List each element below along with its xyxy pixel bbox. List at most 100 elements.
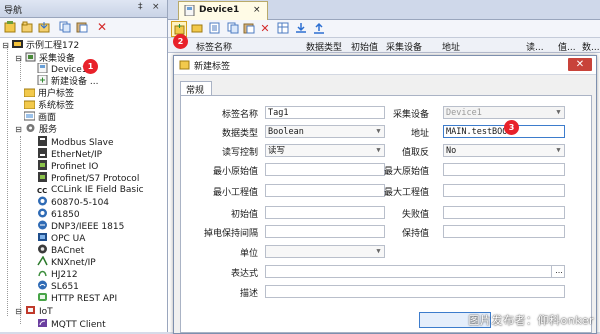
retain-interval-label: 掉电保持间隔 xyxy=(203,229,258,239)
rw-control-select[interactable]: 读写 ▼ xyxy=(265,144,385,157)
description-label: 描述 xyxy=(239,289,258,299)
data-type-select[interactable]: Boolean ▼ xyxy=(265,125,385,138)
column-header-collect-device[interactable]: 采集设备 xyxy=(386,40,422,53)
general-panel: 标签名称 Tag1 采集设备 Device1 ▼ 数据类型 Boolean ▼ 地址… xyxy=(180,95,592,333)
navigation-toolbar: ✕ xyxy=(0,18,167,38)
mqtt-icon xyxy=(37,318,48,328)
tree-item-project[interactable]: ⊟ 示例工程172 xyxy=(1,39,79,52)
tag-grid-header: 标签名称 数据类型 初始值 采集设备 地址 读... 值... 数... xyxy=(168,38,600,53)
step-badge-2: 2 xyxy=(173,34,188,49)
tree-item-http-rest[interactable]: HTTP REST API xyxy=(37,292,117,305)
description-input[interactable] xyxy=(265,285,565,298)
min-eng-input[interactable] xyxy=(265,184,385,197)
edit-tag-icon[interactable] xyxy=(190,21,204,35)
ethernet-icon xyxy=(37,148,48,158)
fail-value-input[interactable] xyxy=(443,206,565,219)
tree-guide-line xyxy=(7,46,8,316)
expression-browse-button[interactable]: ... xyxy=(551,265,566,278)
bacnet-icon xyxy=(37,244,48,254)
column-header-value[interactable]: 值... xyxy=(558,40,576,53)
edit-list-icon[interactable] xyxy=(208,21,222,35)
table-icon[interactable] xyxy=(276,21,290,35)
address-label: 地址 xyxy=(410,129,429,139)
retain-value-input[interactable] xyxy=(443,225,565,238)
chevron-down-icon: ▼ xyxy=(556,146,561,154)
data-type-label: 数据类型 xyxy=(221,129,258,139)
invert-value: No xyxy=(446,146,457,156)
chevron-down-icon: ▼ xyxy=(376,247,381,255)
device-select[interactable]: Device1 ▼ xyxy=(443,106,565,119)
tab-device1[interactable]: Device1 × xyxy=(178,1,268,20)
new-tag-dialog: 新建标签 ✕ 常规 标签名称 Tag1 采集设备 Device1 ▼ 数据类型 B… xyxy=(173,55,597,334)
column-header-read[interactable]: 读... xyxy=(526,40,544,53)
tab-close-icon[interactable]: × xyxy=(253,5,261,15)
hj212-icon xyxy=(37,268,48,278)
watermark: 图片发布者：仰科onker xyxy=(468,314,594,327)
folder-icon xyxy=(23,99,36,110)
device-group-icon xyxy=(25,52,36,62)
rw-control-label: 读写控制 xyxy=(221,148,258,158)
tag-icon xyxy=(179,59,190,73)
expression-label: 表达式 xyxy=(230,269,258,279)
iec-icon xyxy=(37,208,48,218)
tag-toolbar: ✕ xyxy=(168,20,600,38)
upload-icon[interactable] xyxy=(312,21,326,35)
unit-select[interactable]: ▼ xyxy=(265,245,385,258)
dialog-close-button[interactable]: ✕ xyxy=(568,58,592,71)
close-panel-icon[interactable]: × xyxy=(152,2,160,12)
init-value-input[interactable] xyxy=(265,206,385,219)
dnp3-icon xyxy=(37,220,48,230)
retain-value-label: 保持值 xyxy=(401,229,429,239)
max-raw-input[interactable] xyxy=(443,163,565,176)
delete-icon[interactable]: ✕ xyxy=(95,20,109,34)
iot-icon xyxy=(25,305,36,315)
dialog-title-bar: 新建标签 ✕ xyxy=(174,56,596,75)
tab-general[interactable]: 常规 xyxy=(180,81,212,96)
max-raw-label: 最大原始值 xyxy=(383,167,429,177)
tab-label: Device1 xyxy=(199,5,240,15)
modbus-icon xyxy=(37,136,48,146)
tree-item-iot[interactable]: ⊟ IoT xyxy=(14,305,53,318)
knx-icon xyxy=(37,255,48,266)
http-icon xyxy=(37,292,48,302)
new-device-icon xyxy=(37,74,48,86)
tree-item-mqtt-client[interactable]: MQTT Client xyxy=(37,318,106,331)
device-label: 采集设备 xyxy=(392,110,429,120)
download-icon[interactable] xyxy=(294,21,308,35)
tag-name-input[interactable]: Tag1 xyxy=(265,106,385,119)
device-tab-icon xyxy=(184,4,195,19)
fail-value-label: 失败值 xyxy=(401,210,429,220)
copy-tag-icon[interactable] xyxy=(226,21,240,35)
iec-icon xyxy=(37,196,48,206)
device-value: Device1 xyxy=(446,108,482,118)
copy-icon[interactable] xyxy=(58,20,72,34)
new-project-icon[interactable] xyxy=(3,20,17,34)
column-header-initial-value[interactable]: 初始值 xyxy=(351,40,378,53)
tree-item-services[interactable]: ⊟ 服务 xyxy=(14,123,57,136)
opcua-icon xyxy=(37,232,48,242)
column-header-tag-name[interactable]: 标签名称 xyxy=(196,40,232,53)
pin-icon[interactable]: ‡ xyxy=(138,2,143,12)
retain-interval-input[interactable] xyxy=(265,225,385,238)
chevron-down-icon: ▼ xyxy=(556,108,561,116)
unit-label: 单位 xyxy=(239,249,258,259)
delete-tag-icon[interactable]: ✕ xyxy=(258,21,272,35)
project-icon xyxy=(12,39,23,49)
paste-tag-icon[interactable] xyxy=(242,21,256,35)
column-header-address[interactable]: 地址 xyxy=(442,40,460,53)
data-type-value: Boolean xyxy=(268,127,304,137)
expression-input[interactable] xyxy=(265,265,565,278)
paste-icon[interactable] xyxy=(75,20,89,34)
step-badge-3: 3 xyxy=(504,120,519,135)
profinet-icon xyxy=(37,160,48,170)
min-raw-input[interactable] xyxy=(265,163,385,176)
import-icon[interactable] xyxy=(37,20,51,34)
column-header-more[interactable]: 数... xyxy=(582,40,600,53)
screen-icon xyxy=(23,111,36,121)
column-header-data-type[interactable]: 数据类型 xyxy=(306,40,342,53)
open-icon[interactable] xyxy=(20,20,34,34)
invert-select[interactable]: No ▼ xyxy=(443,144,565,157)
max-eng-input[interactable] xyxy=(443,184,565,197)
max-eng-label: 最大工程值 xyxy=(383,188,429,198)
service-group-icon xyxy=(25,123,36,133)
